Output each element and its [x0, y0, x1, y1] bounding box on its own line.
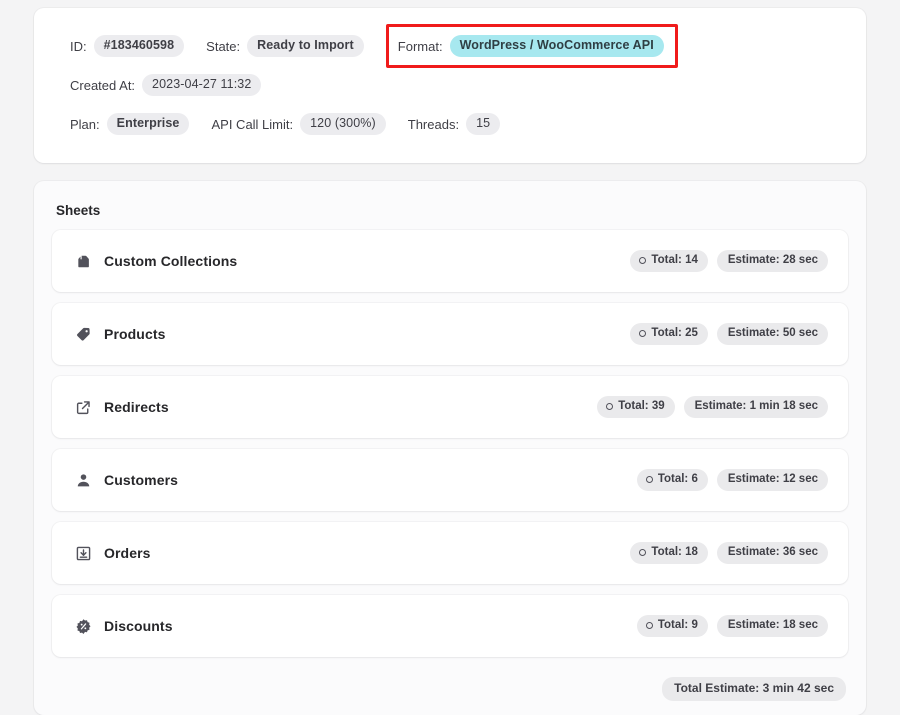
total-estimate-row: Total Estimate: 3 min 42 sec: [52, 668, 848, 701]
sheet-row-stats: Total: 9 Estimate: 18 sec: [636, 615, 828, 637]
sheet-name: Custom Collections: [104, 253, 238, 269]
page-root: ID: #183460598 State: Ready to Import Fo…: [0, 0, 900, 715]
collection-bag-icon: [74, 252, 92, 270]
summary-row-plan: Plan: Enterprise API Call Limit: 120 (30…: [70, 110, 830, 138]
estimate-chip: Estimate: 1 min 18 sec: [683, 396, 828, 418]
estimate-chip: Estimate: 50 sec: [716, 323, 828, 345]
sheet-row-left: Customers: [74, 471, 637, 489]
vertical-scrollbar[interactable]: [891, 0, 900, 694]
api-call-limit-value-chip: 120 (300%): [300, 113, 386, 135]
id-value-chip: #183460598: [93, 35, 185, 57]
price-tag-icon: [74, 325, 92, 343]
threads-label: Threads:: [407, 116, 460, 132]
sheet-row[interactable]: Products Total: 25 Estimate: 50 sec: [52, 303, 848, 365]
created-at-value-chip: 2023-04-27 11:32: [142, 74, 262, 96]
sheet-row-left: Discounts: [74, 617, 637, 635]
total-count-label: Total: 14: [651, 254, 698, 266]
created-at-label: Created At:: [70, 77, 136, 93]
total-count-chip: Total: 25: [630, 323, 708, 345]
inbox-download-icon: [74, 544, 92, 562]
format-value-chip[interactable]: WordPress / WooCommerce API: [449, 35, 664, 57]
sheet-row-left: Redirects: [74, 398, 597, 416]
total-count-chip: Total: 6: [636, 469, 708, 491]
state-label: State:: [206, 38, 241, 54]
format-highlight-group: Format: WordPress / WooCommerce API: [385, 24, 678, 68]
external-link-icon: [74, 398, 92, 416]
estimate-chip: Estimate: 28 sec: [716, 250, 828, 272]
estimate-chip: Estimate: 36 sec: [716, 542, 828, 564]
sheet-name: Discounts: [104, 618, 173, 634]
total-count-label: Total: 9: [657, 619, 698, 631]
plan-label: Plan:: [70, 116, 100, 132]
summary-row-created: Created At: 2023-04-27 11:32: [70, 71, 830, 99]
sheet-row[interactable]: Orders Total: 18 Estimate: 36 sec: [52, 522, 848, 584]
record-ring-icon: [645, 476, 653, 483]
import-summary-card: ID: #183460598 State: Ready to Import Fo…: [34, 8, 866, 163]
record-ring-icon: [606, 403, 614, 410]
person-icon: [74, 471, 92, 489]
sheet-row-stats: Total: 18 Estimate: 36 sec: [630, 542, 828, 564]
id-label: ID:: [70, 38, 87, 54]
total-estimate-chip: Total Estimate: 3 min 42 sec: [662, 677, 846, 701]
total-count-label: Total: 25: [651, 327, 698, 339]
sheet-name: Orders: [104, 545, 151, 561]
sheet-name: Customers: [104, 472, 179, 488]
total-count-chip: Total: 14: [630, 250, 708, 272]
sheet-row-left: Custom Collections: [74, 252, 630, 270]
sheet-row[interactable]: Customers Total: 6 Estimate: 12 sec: [52, 449, 848, 511]
total-count-label: Total: 6: [657, 473, 698, 485]
sheets-section-title: Sheets: [56, 203, 101, 218]
total-count-chip: Total: 39: [597, 396, 675, 418]
sheet-row[interactable]: Custom Collections Total: 14 Estimate: 28 …: [52, 230, 848, 292]
threads-value-chip: 15: [466, 113, 501, 135]
record-ring-icon: [639, 257, 647, 264]
estimate-chip: Estimate: 12 sec: [716, 469, 828, 491]
discount-badge-icon: [74, 617, 92, 635]
sheet-row[interactable]: Discounts Total: 9 Estimate: 18 sec: [52, 595, 848, 657]
record-ring-icon: [639, 549, 647, 556]
sheet-row-left: Products: [74, 325, 630, 343]
total-count-chip: Total: 18: [630, 542, 708, 564]
sheets-list: Custom Collections Total: 14 Estimate: 28 …: [52, 230, 848, 657]
sheet-name: Redirects: [104, 399, 169, 415]
summary-row-identity: ID: #183460598 State: Ready to Import Fo…: [70, 24, 830, 68]
total-count-chip: Total: 9: [636, 615, 708, 637]
total-count-label: Total: 39: [618, 400, 665, 412]
sheet-row-stats: Total: 25 Estimate: 50 sec: [630, 323, 828, 345]
sheet-row-stats: Total: 6 Estimate: 12 sec: [636, 469, 828, 491]
sheet-row-left: Orders: [74, 544, 630, 562]
sheet-row-stats: Total: 14 Estimate: 28 sec: [630, 250, 828, 272]
state-value-chip: Ready to Import: [247, 35, 364, 57]
api-call-limit-label: API Call Limit:: [211, 116, 294, 132]
sheets-card: Sheets Custom Collections Total: 14 Estima…: [34, 181, 866, 715]
record-ring-icon: [645, 622, 653, 629]
record-ring-icon: [639, 330, 647, 337]
total-count-label: Total: 18: [651, 546, 698, 558]
sheet-name: Products: [104, 326, 166, 342]
sheet-row-stats: Total: 39 Estimate: 1 min 18 sec: [597, 396, 828, 418]
plan-value-chip: Enterprise: [106, 113, 190, 135]
sheet-row[interactable]: Redirects Total: 39 Estimate: 1 min 18 sec: [52, 376, 848, 438]
format-label: Format:: [397, 38, 443, 54]
estimate-chip: Estimate: 18 sec: [716, 615, 828, 637]
